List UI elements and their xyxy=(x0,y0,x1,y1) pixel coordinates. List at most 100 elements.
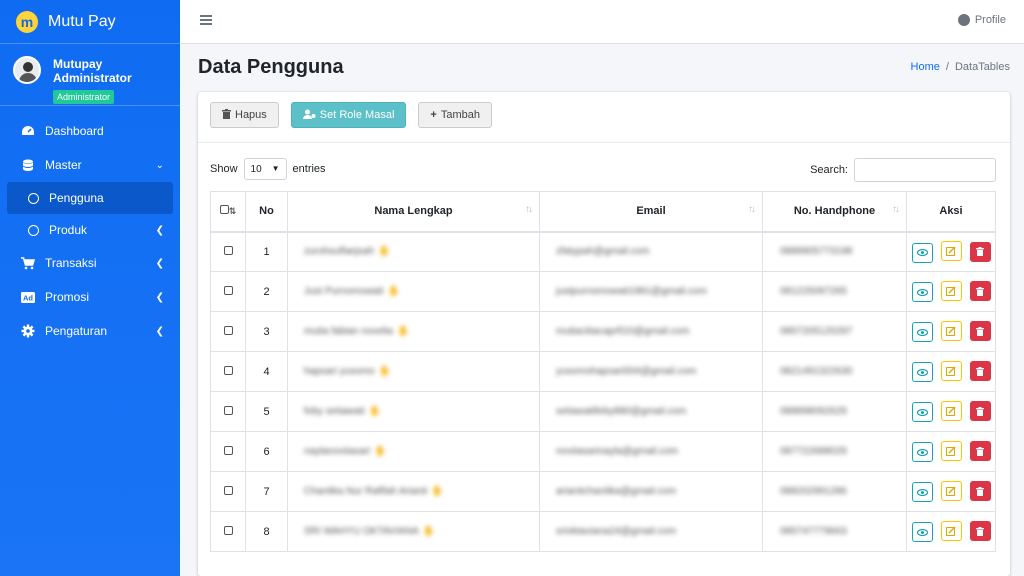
data-card: Hapus Set Role Masal + Tambah Show 10 ▼ … xyxy=(198,92,1010,576)
sidebar-item-produk[interactable]: Produk ❮ xyxy=(0,214,180,246)
view-button[interactable] xyxy=(911,322,933,343)
row-checkbox[interactable] xyxy=(223,405,233,415)
table-row: 1 zurohsulfaejsah ✋ zfatypah@gmail.com 08899… xyxy=(210,231,996,272)
column-header-phone[interactable]: No. Handphone ↑↓ xyxy=(762,191,907,233)
edit-button[interactable] xyxy=(940,520,962,541)
sort-icon: ⇅ xyxy=(228,206,237,217)
column-header-no[interactable]: No xyxy=(245,191,288,233)
row-email: ariantichantika@gmail.com xyxy=(539,471,763,512)
view-button[interactable] xyxy=(911,402,933,423)
delete-row-button[interactable] xyxy=(969,361,991,382)
row-checkbox[interactable] xyxy=(223,325,233,335)
row-checkbox[interactable] xyxy=(223,245,233,255)
add-button-label: Tambah xyxy=(440,109,480,121)
add-button[interactable]: + Tambah xyxy=(418,102,492,128)
delete-button[interactable]: Hapus xyxy=(210,102,279,128)
plus-icon: + xyxy=(430,109,437,121)
sidebar-item-label: Transaksi xyxy=(45,256,97,270)
topbar: Profile xyxy=(180,0,1024,44)
search-label: Search: xyxy=(810,164,848,176)
edit-button[interactable] xyxy=(940,480,962,501)
edit-button[interactable] xyxy=(940,400,962,421)
eye-icon xyxy=(916,288,928,296)
row-actions xyxy=(906,431,996,472)
row-name-cell: zurohsulfaejsah ✋ xyxy=(287,231,540,272)
edit-button[interactable] xyxy=(940,320,962,341)
role-badge: Administrator xyxy=(53,90,115,104)
view-button[interactable] xyxy=(911,442,933,463)
row-checkbox[interactable] xyxy=(223,525,233,535)
breadcrumb-separator: / xyxy=(945,61,949,73)
set-role-button[interactable]: Set Role Masal xyxy=(290,102,407,128)
view-button[interactable] xyxy=(911,522,933,543)
column-header-nama[interactable]: Nama Lengkap ↑↓ xyxy=(287,191,540,233)
eye-icon xyxy=(916,448,928,456)
entries-value: 10 xyxy=(250,163,262,175)
user-name[interactable]: Mutupay Administrator xyxy=(53,57,180,85)
sidebar-item-dashboard[interactable]: Dashboard xyxy=(0,114,180,148)
sidebar-item-pengguna[interactable]: Pengguna xyxy=(7,182,173,214)
edit-icon xyxy=(946,326,956,336)
select-all-header[interactable]: ⇅ xyxy=(210,191,246,233)
breadcrumb: Home / DataTables xyxy=(911,61,1010,73)
entries-select[interactable]: 10 ▼ xyxy=(243,158,287,180)
delete-row-button[interactable] xyxy=(969,401,991,422)
delete-row-button[interactable] xyxy=(969,281,991,302)
trash-icon xyxy=(976,446,984,456)
trash-icon xyxy=(976,326,984,336)
svg-text:Ad: Ad xyxy=(23,293,33,302)
brand[interactable]: m Mutu Pay xyxy=(0,0,180,44)
row-checkbox[interactable] xyxy=(223,485,233,495)
select-all-checkbox[interactable] xyxy=(219,205,229,215)
row-name: SRI WAHYU OKTAVIANA xyxy=(304,526,419,537)
row-checkbox[interactable] xyxy=(223,365,233,375)
delete-row-button[interactable] xyxy=(969,481,991,502)
search-input[interactable] xyxy=(854,158,996,182)
menu-toggle-icon[interactable] xyxy=(200,15,212,25)
sidebar-item-label: Dashboard xyxy=(45,124,104,138)
view-button[interactable] xyxy=(911,362,933,383)
breadcrumb-home[interactable]: Home xyxy=(911,61,940,73)
divider xyxy=(198,142,1010,143)
row-number: 7 xyxy=(245,471,288,512)
page-title: Data Pengguna xyxy=(198,56,344,78)
row-select-cell xyxy=(210,271,246,312)
row-phone: 0889905773198 xyxy=(762,231,907,272)
edit-button[interactable] xyxy=(940,440,962,461)
edit-button[interactable] xyxy=(940,360,962,381)
delete-row-button[interactable] xyxy=(969,321,991,342)
table-row: 2 Just Purnomowati ✋ justpurnomowati1981@gm… xyxy=(210,271,996,312)
delete-row-button[interactable] xyxy=(969,241,991,262)
sidebar-item-promosi[interactable]: Ad Promosi ❮ xyxy=(0,280,180,314)
row-checkbox[interactable] xyxy=(223,285,233,295)
view-button[interactable] xyxy=(911,242,933,263)
sidebar-item-label: Pengguna xyxy=(49,191,104,205)
delete-row-button[interactable] xyxy=(969,441,991,462)
row-actions xyxy=(906,511,996,552)
table-row: 5 foby setiawati ✋ setiawatifeby880@gmail.c… xyxy=(210,391,996,432)
set-role-button-label: Set Role Masal xyxy=(319,109,395,121)
sidebar-item-master[interactable]: Master ⌄ xyxy=(0,148,180,182)
trash-icon xyxy=(976,366,984,376)
delete-row-button[interactable] xyxy=(969,521,991,542)
profile-link[interactable]: Profile xyxy=(957,14,1006,26)
row-name-cell: foby setiawati ✋ xyxy=(287,391,540,432)
sidebar-item-pengaturan[interactable]: Pengaturan ❮ xyxy=(0,314,180,348)
edit-button[interactable] xyxy=(940,280,962,301)
row-phone: 0857205120297 xyxy=(762,311,907,352)
brand-name: Mutu Pay xyxy=(48,12,116,30)
sidebar-item-transaksi[interactable]: Transaksi ❮ xyxy=(0,246,180,280)
edit-button[interactable] xyxy=(940,241,962,261)
eye-icon xyxy=(916,408,928,416)
view-button[interactable] xyxy=(911,482,933,503)
column-header-email[interactable]: Email ↑↓ xyxy=(539,191,763,233)
cart-icon xyxy=(20,256,36,270)
view-button[interactable] xyxy=(911,282,933,303)
hand-icon: ✋ xyxy=(368,406,382,417)
row-checkbox[interactable] xyxy=(223,445,233,455)
circle-icon xyxy=(28,192,39,204)
row-phone: 081225097265 xyxy=(762,271,907,312)
edit-icon xyxy=(946,246,956,256)
row-select-cell xyxy=(210,231,246,272)
row-name-cell: naylanoviiasari ✋ xyxy=(287,431,540,472)
